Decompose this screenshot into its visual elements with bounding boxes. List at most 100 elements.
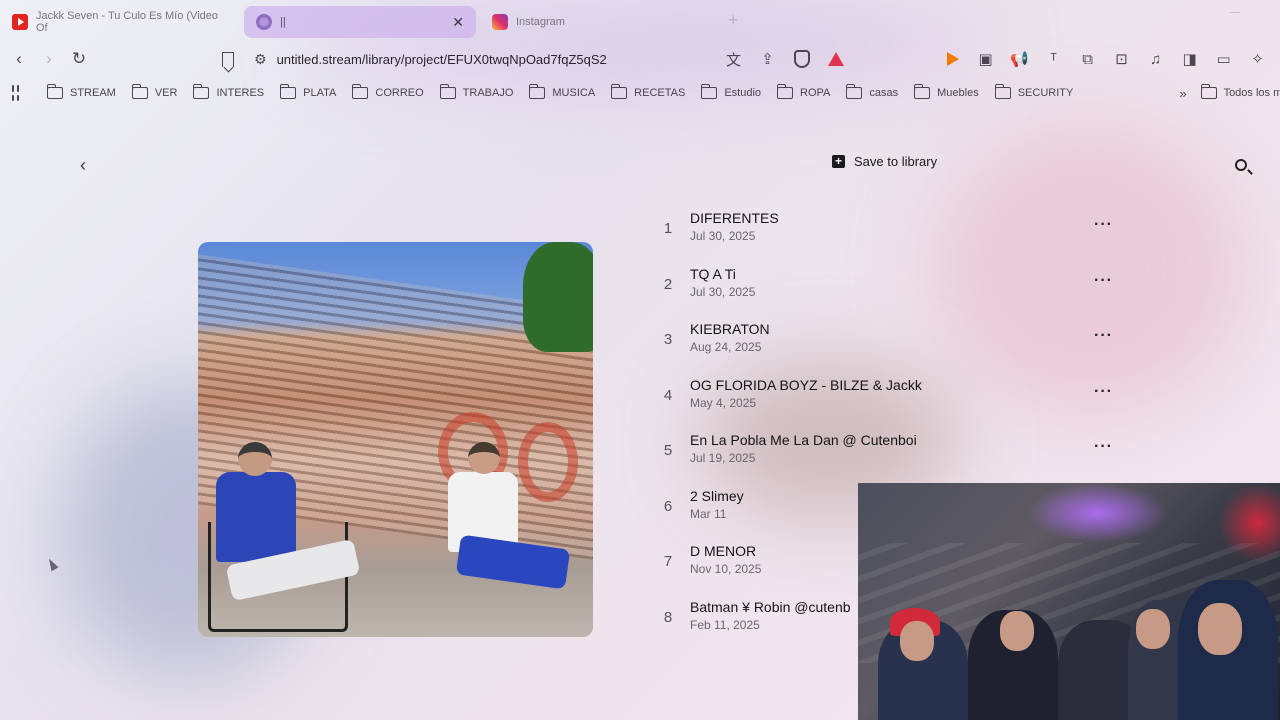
video-face bbox=[1198, 603, 1242, 655]
bookmark-folder[interactable]: Estudio bbox=[701, 84, 762, 99]
track-date: Jul 30, 2025 bbox=[690, 285, 756, 299]
track-date: Aug 24, 2025 bbox=[690, 340, 762, 354]
minimize-icon[interactable] bbox=[1230, 12, 1240, 13]
bookmark-label: TRABAJO bbox=[462, 87, 514, 99]
bookmark-folder[interactable]: ROPA bbox=[777, 84, 830, 99]
bookmark-folder[interactable]: STREAM bbox=[47, 84, 116, 99]
track-title: Batman ¥ Robin @cutenb bbox=[690, 599, 851, 615]
bookmark-folder[interactable]: PLATA bbox=[280, 84, 336, 99]
track-date: Mar 11 bbox=[690, 507, 727, 521]
url-field[interactable]: untitled.stream/library/project/EFUX0twq… bbox=[277, 52, 717, 67]
cover-person bbox=[208, 442, 368, 632]
new-tab-button[interactable]: + bbox=[728, 10, 739, 31]
bookmark-folder[interactable]: Muebles bbox=[914, 84, 979, 99]
chevron-double-right-icon[interactable]: » bbox=[1179, 86, 1186, 101]
chevron-left-icon: ‹ bbox=[80, 154, 86, 175]
picture-in-picture-video[interactable] bbox=[858, 483, 1280, 720]
track-date: Jul 19, 2025 bbox=[690, 451, 756, 465]
brave-rewards-icon[interactable] bbox=[827, 52, 844, 66]
bookmark-folder[interactable]: TRABAJO bbox=[439, 84, 514, 99]
megaphone-icon[interactable]: 📢 bbox=[1003, 50, 1037, 68]
folder-icon bbox=[1200, 84, 1217, 99]
bookmark-label: casas bbox=[869, 87, 899, 99]
bookmarks-bar: STREAM VER INTERES PLATA CORREO TRABAJO … bbox=[0, 80, 1280, 106]
back-icon[interactable]: ‹ bbox=[4, 44, 34, 74]
wallet-icon[interactable]: ▭ bbox=[1207, 50, 1241, 68]
save-to-library-button[interactable]: + Save to library bbox=[832, 154, 937, 169]
close-icon[interactable]: ✕ bbox=[452, 14, 464, 31]
ai-icon[interactable]: ✧ bbox=[1241, 50, 1275, 68]
folder-icon bbox=[352, 84, 369, 99]
bookmark-folder[interactable]: INTERES bbox=[193, 84, 264, 99]
bookmark-label: Estudio bbox=[724, 87, 762, 99]
bookmark-folder[interactable]: RECETAS bbox=[611, 84, 686, 99]
more-options-icon[interactable]: ··· bbox=[1094, 327, 1113, 345]
track-number: 1 bbox=[663, 220, 673, 237]
track-row[interactable]: 3 KIEBRATON Aug 24, 2025 ··· bbox=[650, 321, 1130, 361]
tab-instagram[interactable]: Instagram bbox=[480, 6, 720, 38]
more-options-icon[interactable]: ··· bbox=[1094, 272, 1113, 290]
track-number: 3 bbox=[663, 331, 673, 348]
folder-icon bbox=[439, 84, 456, 99]
track-number: 8 bbox=[663, 609, 673, 626]
folder-icon bbox=[701, 84, 718, 99]
tab-title: || bbox=[280, 16, 286, 28]
track-title: 2 Slimey bbox=[690, 488, 744, 504]
translate-icon[interactable]: 文 bbox=[717, 49, 751, 70]
track-row[interactable]: 2 TQ A Ti Jul 30, 2025 ··· bbox=[650, 266, 1130, 306]
site-settings-icon[interactable]: ⚙ bbox=[254, 51, 267, 68]
more-options-icon[interactable]: ··· bbox=[1094, 383, 1113, 401]
more-options-icon[interactable]: ··· bbox=[1094, 438, 1113, 456]
music-icon[interactable]: ♫ bbox=[1139, 51, 1173, 68]
bookmark-label: RECETAS bbox=[634, 87, 686, 99]
folder-icon bbox=[914, 84, 931, 99]
bookmark-label: MUSICA bbox=[552, 87, 596, 99]
save-label: Save to library bbox=[854, 154, 938, 169]
video-light bbox=[1028, 483, 1168, 543]
track-title: OG FLORIDA BOYZ - BILZE & Jackk bbox=[690, 377, 922, 393]
track-number: 7 bbox=[663, 553, 673, 570]
bookmark-label: CORREO bbox=[375, 87, 424, 99]
forward-icon[interactable]: › bbox=[34, 44, 64, 74]
capture-icon[interactable]: ⊡ bbox=[1105, 50, 1139, 68]
track-number: 5 bbox=[663, 442, 673, 459]
bookmark-folder-all[interactable]: Todos los m bbox=[1200, 84, 1280, 99]
play-extension-icon[interactable] bbox=[946, 52, 959, 66]
reload-icon[interactable]: ↻ bbox=[64, 44, 94, 74]
folder-icon bbox=[47, 84, 63, 99]
folder-icon bbox=[777, 84, 794, 99]
bookmark-folder[interactable]: casas bbox=[846, 84, 899, 99]
bookmark-label: Todos los m bbox=[1223, 87, 1280, 99]
back-button[interactable]: ‹ bbox=[68, 150, 98, 180]
track-row[interactable]: 5 En La Pobla Me La Dan @ Cutenboi Jul 1… bbox=[650, 432, 1130, 472]
puzzle-icon[interactable]: ⧉ bbox=[1071, 51, 1105, 68]
translate-extension-icon[interactable]: ᵀ bbox=[1037, 51, 1071, 68]
bookmark-folder[interactable]: SECURITY bbox=[994, 84, 1073, 99]
video-face bbox=[900, 621, 934, 661]
share-icon[interactable]: ⇪ bbox=[751, 50, 785, 68]
plus-icon: + bbox=[832, 155, 845, 168]
tab-title: Instagram bbox=[516, 16, 565, 28]
search-button[interactable] bbox=[1226, 150, 1256, 180]
video-face bbox=[1000, 611, 1034, 651]
track-title: En La Pobla Me La Dan @ Cutenboi bbox=[690, 432, 917, 448]
sidebar-icon[interactable]: ◨ bbox=[1173, 50, 1207, 68]
apps-icon[interactable] bbox=[12, 85, 19, 101]
tab-active[interactable]: || ✕ bbox=[244, 6, 476, 38]
track-date: Nov 10, 2025 bbox=[690, 562, 762, 576]
folder-icon bbox=[994, 84, 1011, 99]
track-row[interactable]: 4 OG FLORIDA BOYZ - BILZE & Jackk May 4,… bbox=[650, 377, 1130, 417]
tab-strip: Jackk Seven - Tu Culo Es Mío (Video Of |… bbox=[0, 0, 1280, 40]
brave-shield-icon[interactable] bbox=[793, 50, 810, 68]
bookmark-folder[interactable]: CORREO bbox=[352, 84, 424, 99]
folder-icon bbox=[611, 84, 628, 99]
folder-icon bbox=[131, 84, 148, 99]
tab-youtube[interactable]: Jackk Seven - Tu Culo Es Mío (Video Of bbox=[0, 6, 240, 38]
bookmark-folder[interactable]: MUSICA bbox=[529, 84, 596, 99]
track-row[interactable]: 1 DIFERENTES Jul 30, 2025 ··· bbox=[650, 210, 1130, 250]
bookmark-icon[interactable] bbox=[222, 51, 234, 67]
extension-icon[interactable]: ▣ bbox=[969, 50, 1003, 68]
bookmark-folder[interactable]: VER bbox=[131, 84, 177, 99]
more-options-icon[interactable]: ··· bbox=[1094, 216, 1113, 234]
cover-person-head bbox=[238, 442, 272, 476]
